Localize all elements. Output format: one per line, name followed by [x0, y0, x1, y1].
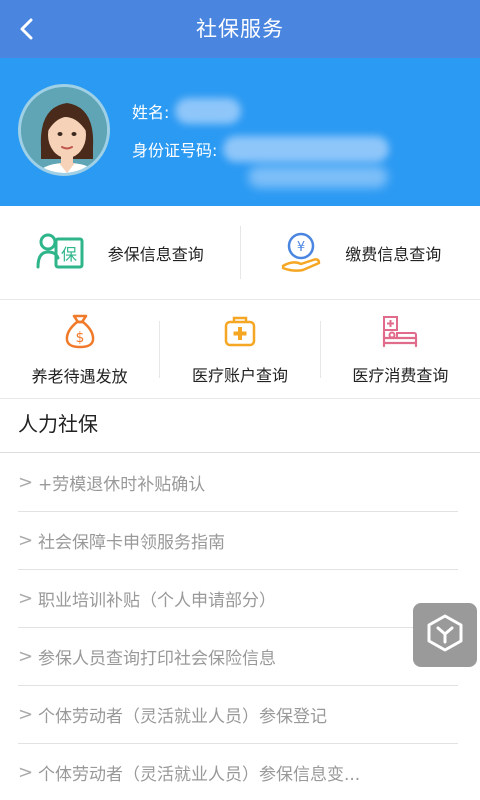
list-item[interactable]: > 个体劳动者（灵活就业人员）参保信息变...: [18, 744, 458, 800]
name-label: 姓名:: [132, 103, 170, 122]
chevron-right-icon: >: [18, 762, 34, 783]
service-label: 养老待遇发放: [31, 366, 128, 386]
service-label: 参保信息查询: [107, 244, 204, 264]
list-item[interactable]: > 个体劳动者（灵活就业人员）参保登记: [18, 686, 458, 744]
chevron-right-icon: >: [18, 472, 34, 493]
list-item-label: 参保人员查询打印社会保险信息: [38, 649, 276, 669]
id-redacted-extra: [248, 166, 388, 188]
id-redacted: [222, 136, 389, 162]
yen-hand-icon: ¥: [279, 230, 323, 276]
top-navbar: 社保服务: [0, 0, 480, 58]
id-row: 身份证号码:: [132, 136, 389, 162]
hospital-bed-icon: [381, 314, 419, 352]
primary-services: 保 参保信息查询 ¥ 缴费信息查询: [0, 206, 480, 300]
chevron-right-icon: >: [18, 588, 34, 609]
list-item[interactable]: > 职业培训补贴（个人申请部分）: [18, 570, 458, 628]
floating-assist-button[interactable]: [413, 603, 477, 667]
list-item[interactable]: > 参保人员查询打印社会保险信息: [18, 628, 458, 686]
section-title: 人力社保: [18, 412, 98, 436]
cube-icon: [425, 613, 465, 657]
avatar: [18, 84, 110, 176]
chevron-right-icon: >: [18, 704, 34, 725]
service-insurance-info[interactable]: 保 参保信息查询: [0, 206, 240, 299]
divider: [0, 452, 480, 453]
chevron-right-icon: >: [18, 646, 34, 667]
svg-text:¥: ¥: [297, 240, 305, 255]
service-medical-account[interactable]: 医疗账户查询: [159, 316, 319, 385]
service-pension-payment[interactable]: $ 养老待遇发放: [0, 301, 159, 398]
name-row: 姓名:: [132, 98, 241, 124]
service-list: > +劳模退休时补贴确认 > 社会保障卡申领服务指南 > 职业培训补贴（个人申请…: [18, 454, 458, 800]
list-item[interactable]: > +劳模退休时补贴确认: [18, 454, 458, 512]
list-item-label: +劳模退休时补贴确认: [38, 475, 206, 495]
svg-text:保: 保: [61, 245, 77, 264]
page-title: 社保服务: [196, 17, 284, 41]
profile-card: 姓名: 身份证号码:: [0, 58, 480, 206]
service-label: 医疗消费查询: [352, 365, 449, 385]
service-payment-info[interactable]: ¥ 缴费信息查询: [239, 226, 480, 279]
service-label: 缴费信息查询: [345, 244, 442, 264]
chevron-right-icon: >: [18, 530, 34, 551]
secondary-services: $ 养老待遇发放 医疗账户查询 医疗消费查询: [0, 301, 480, 399]
svg-text:$: $: [75, 330, 84, 346]
list-item-label: 社会保障卡申领服务指南: [38, 533, 225, 553]
insurance-card-icon: 保: [36, 231, 86, 275]
list-item-label: 职业培训补贴（个人申请部分）: [38, 591, 276, 611]
service-medical-expense[interactable]: 医疗消费查询: [319, 315, 480, 385]
list-item[interactable]: > 社会保障卡申领服务指南: [18, 512, 458, 570]
id-label: 身份证号码:: [132, 141, 218, 160]
medical-kit-icon: [223, 314, 257, 352]
list-item-label: 个体劳动者（灵活就业人员）参保登记: [38, 707, 327, 727]
list-item-label: 个体劳动者（灵活就业人员）参保信息变...: [38, 765, 361, 785]
name-redacted: [174, 98, 241, 124]
service-label: 医疗账户查询: [191, 365, 288, 385]
money-bag-icon: $: [64, 313, 96, 353]
